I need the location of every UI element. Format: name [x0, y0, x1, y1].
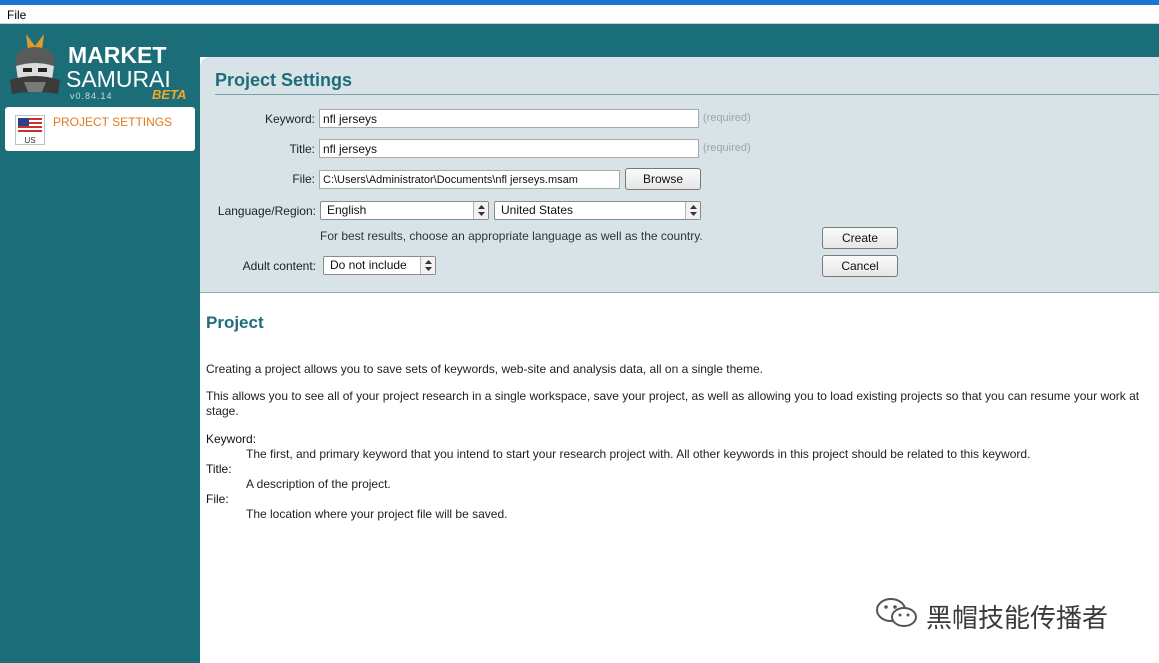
create-button[interactable]: Create: [822, 227, 898, 249]
adult-content-label: Adult content:: [242, 259, 316, 273]
select-spinner-icon: [420, 257, 435, 274]
page-title: Project Settings: [215, 70, 353, 90]
help-definition-keyword: The first, and primary keyword that you …: [246, 447, 1031, 461]
language-region-label: Language/Region:: [217, 204, 316, 218]
title-label: Title:: [289, 142, 315, 156]
title-divider: [215, 94, 1159, 95]
region-select-value: United States: [501, 203, 574, 217]
cancel-button[interactable]: Cancel: [822, 255, 898, 277]
help-paragraph-2-line1: This allows you to see all of your proje…: [206, 389, 1140, 403]
help-definition-file: The location where your project file wil…: [246, 507, 508, 521]
menu-bar: File: [0, 5, 1159, 24]
help-definition-title: A description of the project.: [246, 477, 391, 491]
help-paragraph-2-line2: stage.: [206, 404, 239, 418]
region-select[interactable]: United States: [494, 201, 701, 220]
app-logo: MARKET SAMURAI v0.84.14 BETA: [6, 30, 196, 116]
samurai-helmet-icon: [10, 34, 60, 94]
app-version: v0.84.14: [70, 91, 113, 101]
wechat-icon: [876, 598, 917, 627]
select-spinner-icon: [473, 202, 488, 219]
title-input[interactable]: [319, 139, 699, 158]
project-settings-panel: Project Settings Keyword: (required) Tit…: [200, 57, 1159, 293]
file-label: File:: [292, 172, 315, 186]
help-term-title: Title:: [206, 462, 232, 476]
file-path-input[interactable]: [319, 170, 620, 189]
keyword-input[interactable]: [319, 109, 699, 128]
help-title: Project: [206, 313, 264, 332]
help-paragraph-1: Creating a project allows you to save se…: [206, 362, 763, 376]
wechat-watermark: 黑帽技能传播者: [874, 596, 1134, 634]
language-region-hint: For best results, choose an appropriate …: [320, 229, 703, 243]
beta-badge: BETA: [152, 87, 187, 102]
flag-country-code: US: [24, 136, 36, 145]
sidebar: MARKET SAMURAI v0.84.14 BETA US PROJECT …: [0, 24, 200, 663]
adult-content-value: Do not include: [330, 258, 407, 272]
language-select[interactable]: English: [320, 201, 489, 220]
help-term-file: File:: [206, 492, 229, 506]
language-select-value: English: [327, 203, 367, 217]
keyword-label: Keyword:: [264, 112, 315, 126]
sidebar-item-label: PROJECT SETTINGS: [53, 115, 173, 129]
menu-file[interactable]: File: [7, 8, 26, 22]
browse-button[interactable]: Browse: [625, 168, 701, 190]
logo-line1: MARKET: [68, 42, 167, 68]
adult-content-select[interactable]: Do not include: [323, 256, 436, 275]
title-required-hint: (required): [703, 142, 751, 154]
watermark-text: 黑帽技能传播者: [926, 604, 1109, 634]
help-term-keyword: Keyword:: [206, 432, 257, 446]
keyword-required-hint: (required): [703, 112, 751, 124]
sidebar-item-project-settings[interactable]: US PROJECT SETTINGS: [5, 107, 195, 151]
us-flag-icon: US: [15, 115, 45, 145]
main-content: Project Settings Keyword: (required) Tit…: [200, 57, 1159, 663]
select-spinner-icon: [685, 202, 700, 219]
